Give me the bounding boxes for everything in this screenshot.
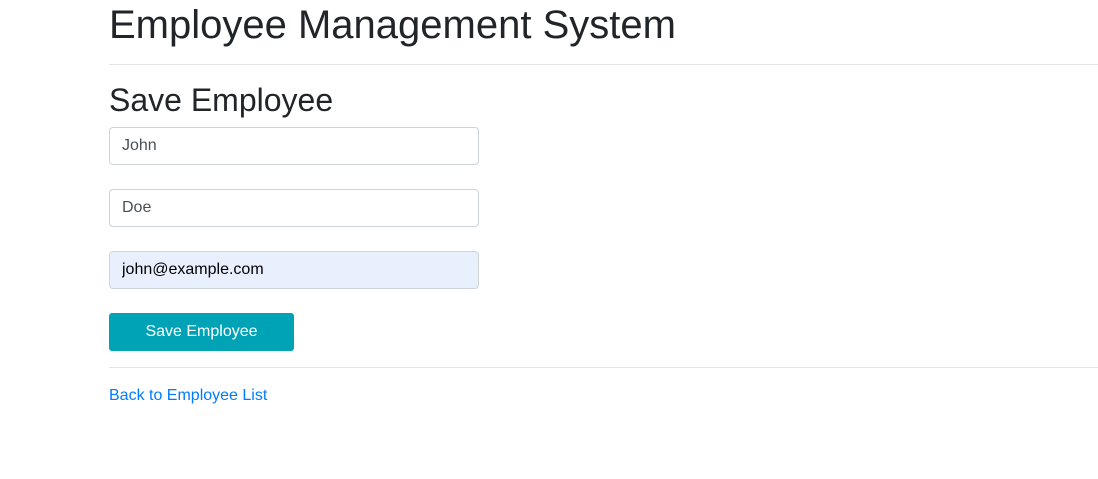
first-name-input[interactable]	[109, 127, 479, 165]
app-title: Employee Management System	[109, 3, 676, 47]
back-to-employee-list-link[interactable]: Back to Employee List	[109, 386, 267, 405]
last-name-input[interactable]	[109, 189, 479, 227]
form-title: Save Employee	[109, 82, 334, 118]
header-divider	[109, 64, 1098, 65]
email-input[interactable]	[109, 251, 479, 289]
save-employee-button[interactable]: Save Employee	[109, 313, 294, 351]
footer-divider	[109, 367, 1098, 368]
